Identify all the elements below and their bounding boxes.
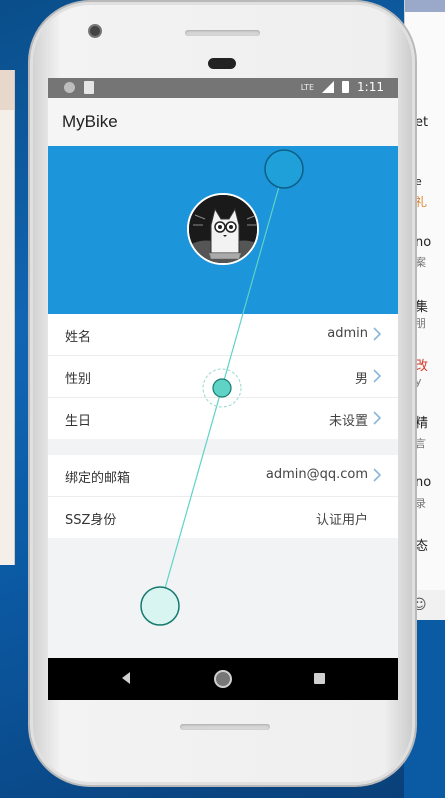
status-time: 1:11 <box>357 80 384 94</box>
chevron-right-icon <box>373 369 382 383</box>
avatar[interactable] <box>187 193 259 265</box>
profile-row-email[interactable]: 绑定的邮箱 admin@qq.com <box>48 455 398 497</box>
row-value: 认证用户 <box>315 513 368 528</box>
background-text: 录 <box>415 497 426 510</box>
background-text: no <box>415 235 432 250</box>
proximity-sensor <box>208 58 236 69</box>
back-icon[interactable] <box>120 671 132 685</box>
front-camera <box>88 24 102 38</box>
notification-icon <box>64 82 75 93</box>
background-text: et <box>415 115 429 130</box>
row-label: 姓名 <box>65 330 92 345</box>
system-nav-bar <box>48 658 398 700</box>
background-text: no <box>415 475 432 490</box>
row-value: 男 <box>354 372 368 387</box>
background-text: 案 <box>415 256 426 269</box>
bottom-speaker <box>180 724 270 730</box>
row-label: 性别 <box>65 372 92 387</box>
background-text: 改 <box>415 359 429 374</box>
row-label: SSZ身份 <box>65 513 117 528</box>
status-bar: LTE 1:11 <box>48 78 398 98</box>
background-text: 集 <box>415 300 429 315</box>
sd-card-icon <box>84 81 94 94</box>
background-text: 礼 <box>415 195 428 209</box>
background-window-left <box>0 70 15 565</box>
row-value: admin@qq.com <box>265 467 368 482</box>
profile-header <box>48 146 398 314</box>
phone-screen: LTE 1:11 MyBike 姓名 admin 性别 男 生日 未设置 绑定的… <box>48 78 398 700</box>
recents-icon[interactable] <box>314 673 325 684</box>
home-icon[interactable] <box>214 670 232 688</box>
background-text: e <box>415 175 422 188</box>
background-text: 朋 <box>415 317 426 330</box>
row-label: 生日 <box>65 414 92 429</box>
network-indicator: LTE <box>300 82 315 92</box>
profile-account-section: 绑定的邮箱 admin@qq.com SSZ身份 认证用户 <box>48 455 398 538</box>
status-icons: LTE 1:11 <box>301 80 384 94</box>
profile-row-name[interactable]: 姓名 admin <box>48 314 398 356</box>
chevron-right-icon <box>373 327 382 341</box>
row-value: 未设置 <box>328 414 368 429</box>
signal-icon <box>322 81 335 93</box>
background-text: 言 <box>415 437 426 450</box>
battery-icon <box>342 81 350 93</box>
window-titlebar <box>405 0 445 12</box>
earpiece-speaker <box>185 30 260 36</box>
app-title: MyBike <box>62 112 118 131</box>
cat-avatar-icon <box>189 195 257 263</box>
profile-basic-section: 姓名 admin 性别 男 生日 未设置 <box>48 314 398 439</box>
profile-row-birthday[interactable]: 生日 未设置 <box>48 398 398 439</box>
profile-row-gender[interactable]: 性别 男 <box>48 356 398 398</box>
app-toolbar: MyBike <box>48 98 398 146</box>
chevron-right-icon <box>373 468 382 482</box>
row-value: admin <box>327 326 368 341</box>
background-text: 态 <box>415 539 429 554</box>
chevron-right-icon <box>373 411 382 425</box>
row-label: 绑定的邮箱 <box>65 471 131 486</box>
background-text: 精 <box>415 416 429 431</box>
background-text: y <box>415 375 422 388</box>
window-band <box>0 70 14 110</box>
profile-row-identity[interactable]: SSZ身份 认证用户 <box>48 497 398 538</box>
